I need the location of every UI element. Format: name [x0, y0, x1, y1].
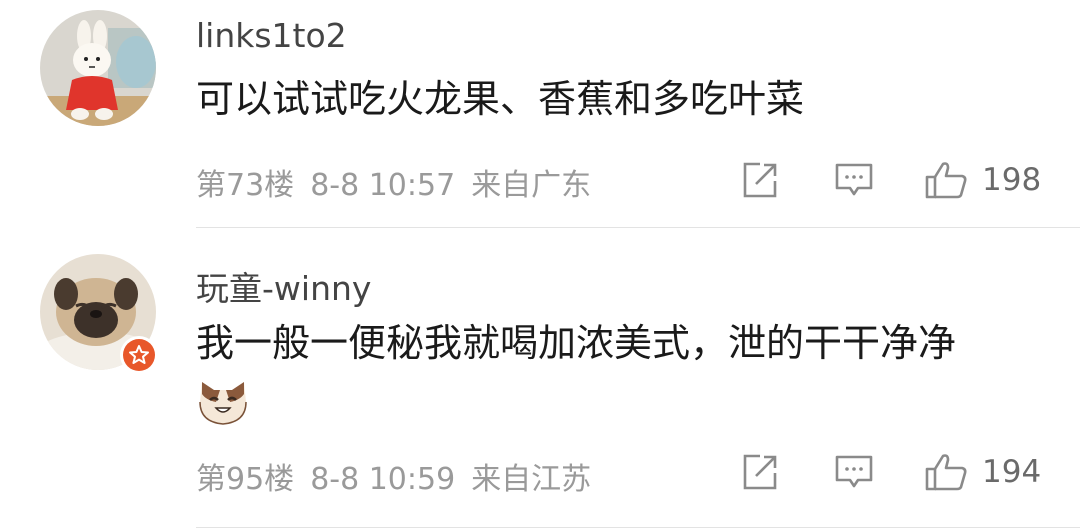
location: 来自广东 — [471, 168, 592, 203]
share-button[interactable] — [740, 452, 780, 492]
floor-number: 第95楼 — [196, 462, 295, 497]
comment-icon — [835, 455, 873, 488]
verified-badge — [120, 336, 158, 374]
timestamp: 8-8 10:59 — [310, 462, 456, 497]
share-icon — [743, 454, 777, 490]
comment-item: 玩童-winny 我一般一便秘我就喝加浓美式，泄的干干净净 第95楼 8-8 10… — [0, 228, 1080, 528]
like-count: 194 — [982, 454, 1042, 490]
share-button[interactable] — [740, 160, 780, 200]
comment-text: 我一般一便秘我就喝加浓美式，泄的干干净净 — [196, 321, 957, 365]
cat-face-emoji-icon — [196, 374, 250, 428]
like-button[interactable]: 198 — [924, 160, 1044, 200]
comment-icon — [835, 163, 873, 196]
username[interactable]: links1to2 — [196, 16, 347, 55]
star-badge-icon — [123, 339, 155, 371]
share-icon — [743, 162, 777, 198]
username[interactable]: 玩童-winny — [196, 262, 371, 310]
floor-number: 第73楼 — [196, 168, 295, 203]
comment-item: links1to2 可以试试吃火龙果、香蕉和多吃叶菜 第73楼 8-8 10:57… — [0, 0, 1080, 228]
comment-meta: 第95楼 8-8 10:59 来自江苏 — [196, 454, 591, 498]
like-count: 198 — [982, 162, 1042, 198]
like-icon — [925, 162, 967, 199]
location: 来自江苏 — [471, 462, 592, 497]
reply-button[interactable] — [834, 452, 874, 492]
like-button[interactable]: 194 — [924, 452, 1044, 492]
reply-button[interactable] — [834, 160, 874, 200]
timestamp: 8-8 10:57 — [310, 168, 456, 203]
comment-meta: 第73楼 8-8 10:57 来自广东 — [196, 160, 591, 204]
comment-text: 可以试试吃火龙果、香蕉和多吃叶菜 — [196, 77, 805, 121]
miffy-toy-avatar-icon — [40, 10, 156, 126]
like-icon — [925, 454, 967, 491]
avatar[interactable] — [40, 10, 156, 126]
